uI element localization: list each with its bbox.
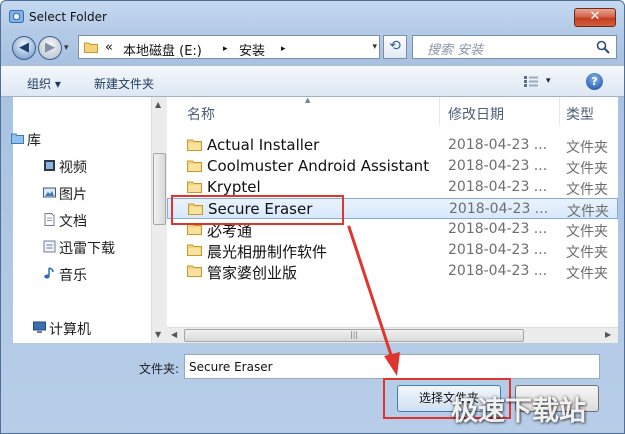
scroll-left-icon[interactable]: ◀	[171, 330, 177, 339]
title-bar: Select Folder ✕	[1, 1, 624, 31]
download-icon	[43, 240, 56, 253]
sidebar-item-computer[interactable]: 计算机	[33, 319, 91, 339]
file-name: 晨光相册制作软件	[207, 243, 328, 261]
new-folder-button[interactable]: 新建文件夹	[94, 75, 154, 92]
back-button[interactable]: ◀	[12, 36, 36, 60]
video-icon	[44, 160, 55, 171]
sidebar-item-label: 迅雷下载	[59, 241, 115, 257]
scrollbar-thumb[interactable]: |||	[184, 329, 524, 342]
file-name: Actual Installer	[207, 136, 320, 154]
file-date: 2018-04-23 ...	[448, 158, 548, 174]
computer-icon	[33, 321, 46, 333]
sidebar-item-label: 图片	[59, 187, 87, 203]
search-placeholder: 搜索 安装	[427, 43, 484, 58]
file-type: 文件夹	[566, 224, 608, 240]
file-type: 文件夹	[567, 204, 609, 220]
view-options-icon[interactable]	[523, 75, 539, 88]
column-header-date[interactable]: 修改日期	[440, 97, 560, 125]
file-date: 2018-04-23 ...	[449, 201, 549, 217]
sort-ascending-icon: ▲	[305, 97, 311, 104]
window-title: Select Folder	[29, 10, 107, 24]
column-header-label: 名称	[187, 107, 215, 123]
breadcrumb-overflow[interactable]: «	[105, 40, 113, 55]
picture-icon	[43, 187, 56, 198]
select-folder-dialog: Select Folder ✕ ◀ ▶ ▾ « 本地磁盘 (E:) ▸ 安装 ▸…	[0, 0, 625, 434]
breadcrumb-separator[interactable]: ▸	[223, 44, 228, 54]
app-icon	[9, 10, 24, 23]
scrollbar-thumb[interactable]	[153, 153, 166, 225]
organize-menu[interactable]: 组织 ▾	[27, 75, 61, 92]
folder-icon	[187, 265, 202, 277]
folder-icon	[187, 139, 202, 151]
forward-button[interactable]: ▶	[38, 36, 62, 60]
file-name: 管家婆创业版	[207, 264, 298, 282]
folder-icon	[187, 244, 202, 256]
address-bar[interactable]: « 本地磁盘 (E:) ▸ 安装 ▸ ▾	[78, 35, 380, 59]
folder-icon	[84, 42, 98, 53]
breadcrumb-separator-end[interactable]: ▸	[281, 44, 286, 54]
folder-label: 文件夹:	[139, 362, 180, 376]
file-date: 2018-04-23 ...	[448, 242, 548, 258]
command-bar: 组织 ▾ 新建文件夹 ▾ ?	[1, 65, 624, 97]
refresh-button[interactable]: ⟲	[383, 35, 407, 59]
column-header-type[interactable]: 类型	[560, 97, 618, 125]
breadcrumb-current[interactable]: 安装	[239, 40, 265, 59]
address-dropdown[interactable]: ▾	[372, 42, 377, 52]
sidebar-item-label: 视频	[59, 160, 87, 176]
breadcrumb-drive[interactable]: 本地磁盘 (E:)	[123, 40, 202, 59]
file-type: 文件夹	[566, 182, 608, 198]
file-type: 文件夹	[566, 161, 608, 177]
file-name: Coolmuster Android Assistant	[207, 157, 430, 175]
search-box[interactable]: 搜索 安装	[412, 35, 617, 59]
scroll-grip-icon: |||	[350, 330, 359, 339]
file-type: 文件夹	[566, 245, 608, 261]
column-header-name[interactable]: ▲ 名称	[167, 97, 440, 125]
sidebar-item-pictures[interactable]: 图片	[43, 184, 87, 204]
scroll-right-icon[interactable]: ▶	[605, 330, 611, 339]
close-button[interactable]: ✕	[574, 8, 616, 27]
file-date: 2018-04-23 ...	[448, 179, 548, 195]
sidebar-item-thunder-downloads[interactable]: 迅雷下载	[43, 238, 115, 258]
horizontal-scrollbar[interactable]: ◀ ||| ▶	[167, 327, 618, 343]
library-icon	[11, 133, 24, 144]
sidebar-item-label: 计算机	[49, 322, 91, 338]
folder-icon	[187, 181, 202, 193]
file-date: 2018-04-23 ...	[448, 221, 548, 237]
sidebar-item-documents[interactable]: 文档	[44, 211, 87, 231]
sidebar-item-video[interactable]: 视频	[44, 157, 87, 177]
table-row[interactable]: 晨光相册制作软件 2018-04-23 ... 文件夹	[167, 240, 618, 261]
scroll-up-icon[interactable]: ▲	[155, 100, 161, 109]
highlight-selected-folder	[171, 195, 344, 225]
file-type: 文件夹	[566, 266, 608, 282]
recent-pages-dropdown[interactable]: ▾	[64, 43, 69, 53]
help-icon[interactable]: ?	[586, 73, 603, 90]
sidebar-item-music[interactable]: 音乐	[44, 265, 87, 285]
column-header-label: 类型	[566, 107, 594, 123]
file-type: 文件夹	[566, 140, 608, 156]
navigation-scrollbar[interactable]: ▲ ▼	[151, 97, 167, 343]
sidebar-item-label: 音乐	[59, 268, 87, 284]
watermark: 极速下载站	[451, 396, 586, 427]
music-icon	[44, 267, 54, 279]
sidebar-item-library[interactable]: 库	[11, 130, 41, 150]
view-dropdown[interactable]: ▾	[546, 76, 551, 86]
scroll-down-icon[interactable]: ▼	[155, 330, 161, 339]
folder-icon	[187, 160, 202, 172]
table-row[interactable]: Actual Installer 2018-04-23 ... 文件夹	[167, 135, 618, 156]
search-icon[interactable]	[596, 40, 610, 54]
sidebar-item-label: 文档	[59, 214, 87, 230]
folder-name-input[interactable]	[184, 354, 600, 379]
column-header-label: 修改日期	[448, 107, 504, 123]
file-name: Kryptel	[207, 178, 261, 196]
table-row[interactable]: 管家婆创业版 2018-04-23 ... 文件夹	[167, 261, 618, 282]
file-date: 2018-04-23 ...	[448, 137, 548, 153]
file-date: 2018-04-23 ...	[448, 263, 548, 279]
document-icon	[44, 213, 55, 226]
table-row[interactable]: Coolmuster Android Assistant 2018-04-23 .…	[167, 156, 618, 177]
sidebar-item-label: 库	[27, 133, 41, 149]
navigation-pane: 库 视频 图片 文档 迅雷下载 音乐 计算机	[11, 97, 151, 343]
